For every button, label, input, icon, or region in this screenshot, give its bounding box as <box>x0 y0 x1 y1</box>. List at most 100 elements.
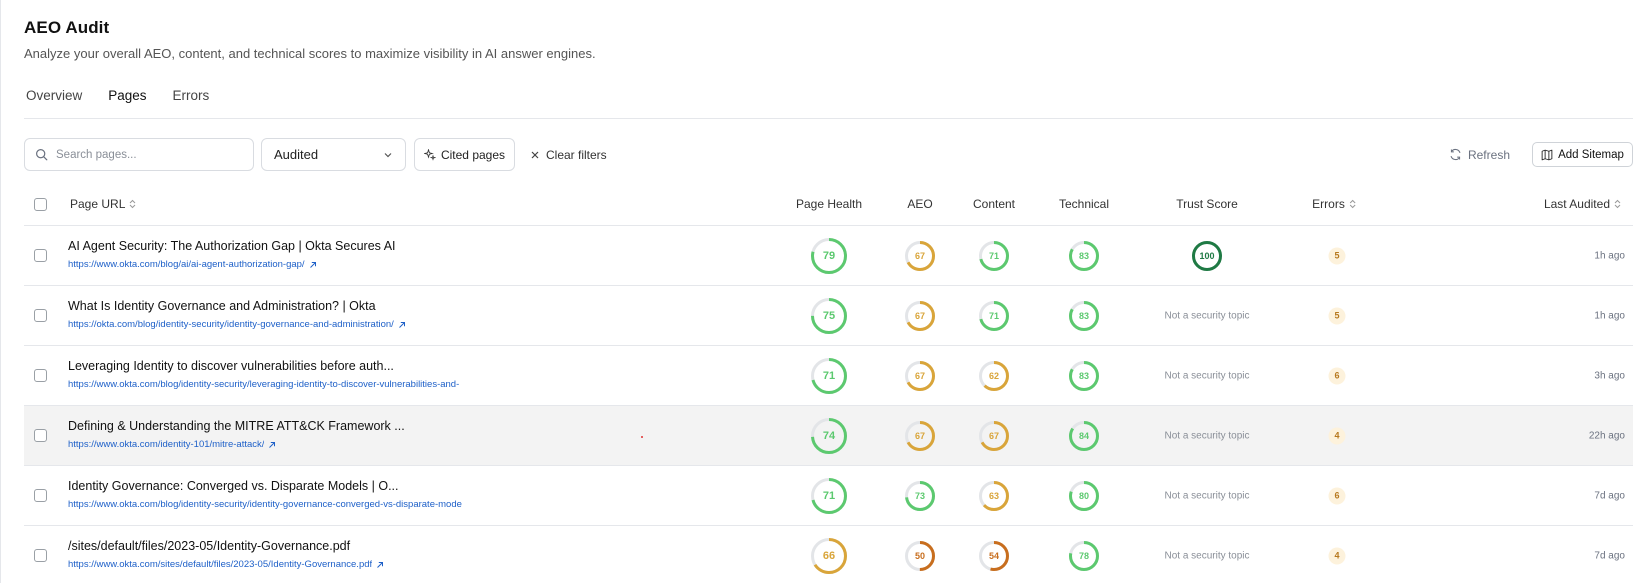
technical-score-value: 80 <box>1078 490 1089 501</box>
technical-score: 83 <box>1069 300 1099 331</box>
refresh-button[interactable]: Refresh <box>1449 138 1510 171</box>
page-url-link[interactable]: https://www.okta.com/identity-101/mitre-… <box>68 439 488 450</box>
page-title-text[interactable]: Leveraging Identity to discover vulnerab… <box>68 359 488 373</box>
content-score: 63 <box>979 480 1009 511</box>
col-last-audited-label: Last Audited <box>1543 197 1610 211</box>
sparkle-icon <box>423 148 436 161</box>
tab-overview[interactable]: Overview <box>26 88 82 103</box>
error-count-badge[interactable]: 6 <box>1328 367 1346 384</box>
sort-icon <box>130 199 136 209</box>
chevron-down-icon <box>384 152 392 157</box>
page-url-link[interactable]: https://www.okta.com/blog/identity-secur… <box>68 379 488 390</box>
page-url-link[interactable]: https://www.okta.com/blog/ai/ai-agent-au… <box>68 259 488 270</box>
aeo-score: 67 <box>905 240 935 271</box>
row-checkbox[interactable] <box>34 429 47 442</box>
page-url-link[interactable]: https://www.okta.com/sites/default/files… <box>68 559 488 570</box>
last-audited-text: 1h ago <box>1594 250 1625 261</box>
error-count-badge[interactable]: 5 <box>1328 247 1346 264</box>
trust-score-text: Not a security topic <box>1164 490 1250 501</box>
page-title: AEO Audit <box>24 18 110 37</box>
select-all-checkbox[interactable] <box>34 198 47 211</box>
table-row[interactable]: Defining & Understanding the MITRE ATT&C… <box>24 406 1633 466</box>
error-count-badge[interactable]: 6 <box>1328 487 1346 504</box>
page-url-text: https://www.okta.com/blog/identity-secur… <box>68 379 460 390</box>
page-title-text[interactable]: AI Agent Security: The Authorization Gap… <box>68 239 488 253</box>
page-url-text: https://okta.com/blog/identity-security/… <box>68 319 394 330</box>
page-title-text[interactable]: Defining & Understanding the MITRE ATT&C… <box>68 419 488 433</box>
error-count-badge[interactable]: 5 <box>1328 307 1346 324</box>
aeo-score: 67 <box>905 300 935 331</box>
technical-score: 83 <box>1069 240 1099 271</box>
trust-score-text: Not a security topic <box>1164 550 1250 561</box>
page-health-score-value: 75 <box>822 309 836 322</box>
page-health-score-value: 71 <box>822 489 836 502</box>
last-audited-text: 22h ago <box>1588 430 1625 441</box>
col-page-url[interactable]: Page URL <box>70 182 136 226</box>
page-health-score: 79 <box>811 237 847 274</box>
table-header: Page URL Page Health AEO Content Technic… <box>24 182 1633 226</box>
technical-score: 78 <box>1069 540 1099 571</box>
tab-errors[interactable]: Errors <box>173 88 210 103</box>
row-checkbox[interactable] <box>34 309 47 322</box>
aeo-score: 67 <box>905 420 935 451</box>
technical-score-value: 84 <box>1078 430 1089 441</box>
tab-pages[interactable]: Pages <box>108 88 146 103</box>
clear-filters-button[interactable]: Clear filters <box>530 138 607 171</box>
row-checkbox[interactable] <box>34 549 47 562</box>
page-cell: Identity Governance: Converged vs. Dispa… <box>68 479 488 510</box>
search-box[interactable] <box>24 138 254 171</box>
cited-pages-button[interactable]: Cited pages <box>414 138 515 171</box>
table-row[interactable]: /sites/default/files/2023-05/Identity-Go… <box>24 526 1633 583</box>
add-sitemap-label: Add Sitemap <box>1558 148 1624 161</box>
aeo-score-value: 73 <box>914 490 925 501</box>
add-sitemap-button[interactable]: Add Sitemap <box>1532 142 1633 167</box>
page-title-text[interactable]: /sites/default/files/2023-05/Identity-Go… <box>68 539 488 553</box>
content-score-value: 63 <box>988 490 999 501</box>
technical-score-value: 83 <box>1078 250 1089 261</box>
content-score-value: 71 <box>988 310 999 321</box>
table-row[interactable]: What Is Identity Governance and Administ… <box>24 286 1633 346</box>
row-checkbox[interactable] <box>34 489 47 502</box>
error-count-badge[interactable]: 4 <box>1328 547 1346 564</box>
external-link-icon[interactable] <box>309 261 317 269</box>
error-count-badge[interactable]: 4 <box>1328 427 1346 444</box>
table-row[interactable]: Leveraging Identity to discover vulnerab… <box>24 346 1633 406</box>
trust-score-value: 100 <box>1199 250 1215 261</box>
external-link-icon[interactable] <box>376 561 384 569</box>
content-score: 62 <box>979 360 1009 391</box>
sort-icon <box>1349 199 1356 209</box>
cursor-dot <box>641 436 643 438</box>
left-border <box>0 0 1 583</box>
search-input[interactable] <box>56 148 236 161</box>
aeo-score-value: 50 <box>914 550 925 561</box>
page-title-text[interactable]: Identity Governance: Converged vs. Dispa… <box>68 479 488 493</box>
row-checkbox[interactable] <box>34 249 47 262</box>
page-url-link[interactable]: https://www.okta.com/blog/identity-secur… <box>68 499 488 510</box>
col-page-url-label: Page URL <box>70 197 126 211</box>
col-errors[interactable]: Errors <box>1312 182 1356 226</box>
close-icon <box>531 151 539 158</box>
page-url-link[interactable]: https://okta.com/blog/identity-security/… <box>68 319 488 330</box>
aeo-score: 67 <box>905 360 935 391</box>
page-title-text[interactable]: What Is Identity Governance and Administ… <box>68 299 488 313</box>
col-technical: Technical <box>1058 197 1110 211</box>
sort-icon <box>1614 199 1621 209</box>
clear-filters-label: Clear filters <box>546 147 607 162</box>
table-row[interactable]: AI Agent Security: The Authorization Gap… <box>24 226 1633 286</box>
row-checkbox[interactable] <box>34 369 47 382</box>
status-filter-select[interactable]: Audited <box>261 138 406 171</box>
col-last-audited[interactable]: Last Audited <box>1544 182 1621 226</box>
page-health-score-value: 71 <box>822 369 836 382</box>
status-filter-value: Audited <box>274 147 319 162</box>
last-audited-text: 7d ago <box>1594 550 1625 561</box>
page-cell: AI Agent Security: The Authorization Gap… <box>68 239 488 270</box>
page-cell: /sites/default/files/2023-05/Identity-Go… <box>68 539 488 570</box>
col-trust-score: Trust Score <box>1176 197 1238 211</box>
map-icon <box>1541 149 1553 160</box>
pages-table: Page URL Page Health AEO Content Technic… <box>24 182 1633 583</box>
table-row[interactable]: Identity Governance: Converged vs. Dispa… <box>24 466 1633 526</box>
page-subtitle: Analyze your overall AEO, content, and t… <box>24 46 596 61</box>
content-score: 67 <box>979 420 1009 451</box>
external-link-icon[interactable] <box>398 321 406 329</box>
external-link-icon[interactable] <box>268 441 276 449</box>
